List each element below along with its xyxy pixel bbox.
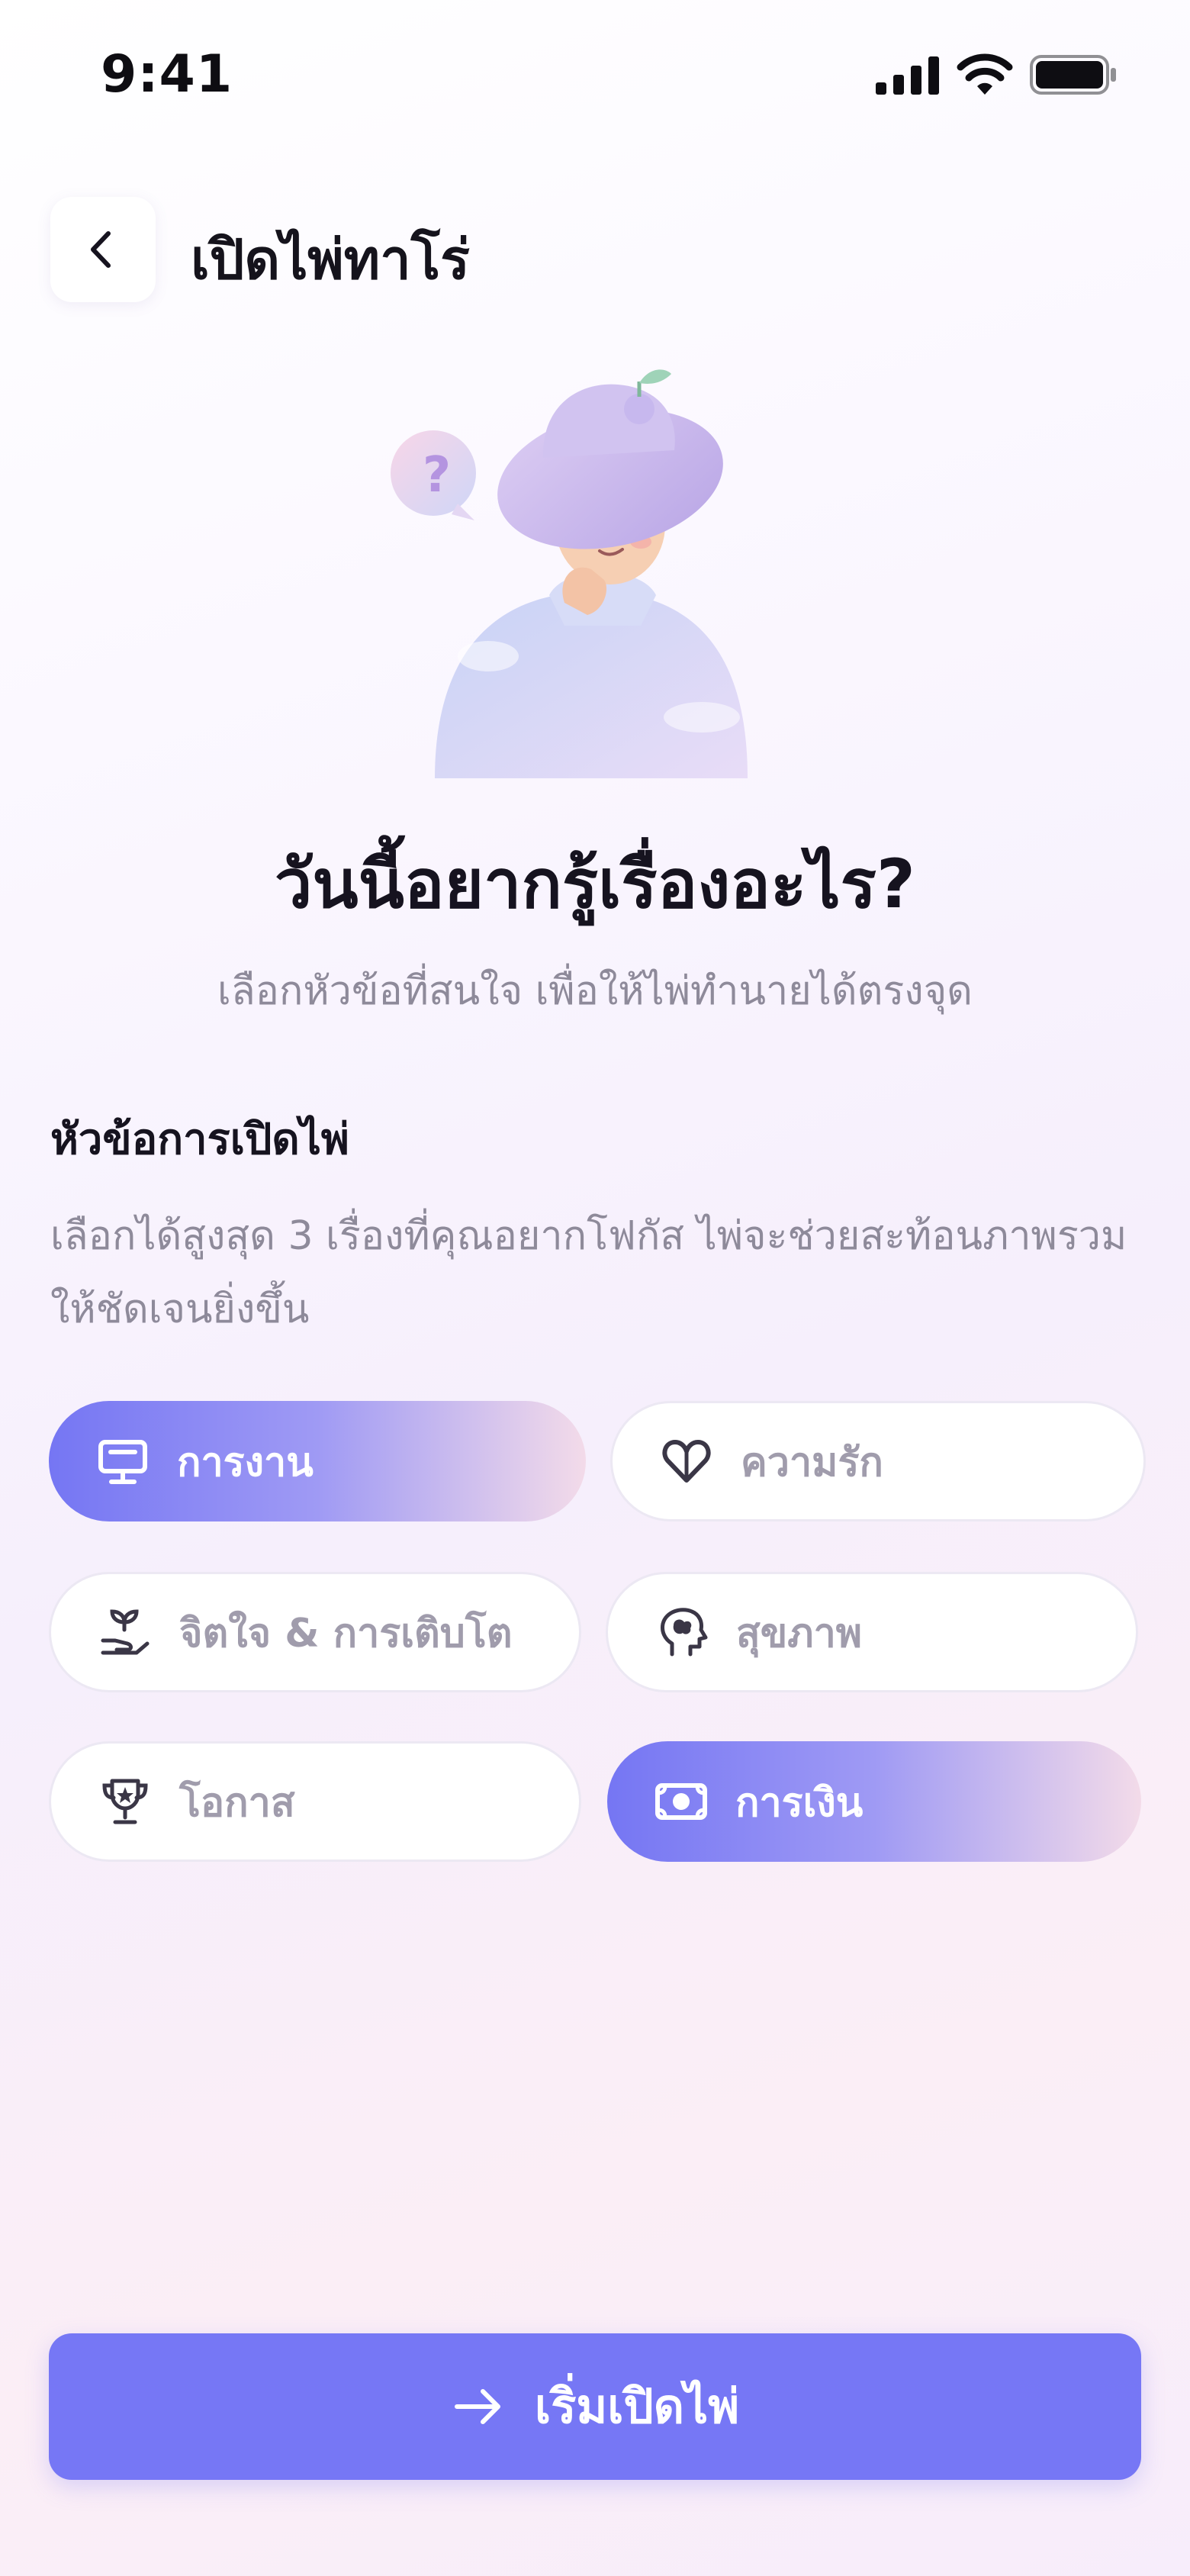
topic-chip-career[interactable]: การงาน: [49, 1401, 586, 1521]
topic-chip-label: โอกาส: [179, 1779, 295, 1826]
thinking-character-illustration: ?: [391, 369, 748, 778]
battery-icon: [1030, 55, 1116, 95]
start-reading-label: เริ่มเปิดไพ่: [534, 2378, 740, 2434]
topic-chip-mind-growth[interactable]: จิตใจ & การเติบโต: [49, 1572, 581, 1692]
topic-chip-love[interactable]: ความรัก: [610, 1401, 1146, 1521]
topic-chip-label: ความรัก: [741, 1439, 883, 1486]
topic-chip-label: การเงิน: [735, 1779, 864, 1826]
topic-chip-health[interactable]: สุขภาพ: [606, 1572, 1138, 1692]
brain-head-icon: [655, 1605, 709, 1659]
hero-subtitle: เลือกหัวข้อที่สนใจ เพื่อให้ไพ่ทำนายได้ตร…: [217, 968, 973, 1014]
sprout-hand-icon: [98, 1605, 152, 1659]
arrow-right-icon: [451, 2379, 506, 2434]
back-button[interactable]: [50, 197, 156, 302]
start-reading-button[interactable]: เริ่มเปิดไพ่: [49, 2333, 1141, 2480]
topics-title: หัวข้อการเปิดไพ่: [50, 1115, 349, 1164]
wifi-icon: [957, 53, 1013, 95]
topic-chip-opportunity[interactable]: โอกาส: [49, 1741, 581, 1862]
page-title: เปิดไพ่ทาโร่: [191, 227, 470, 291]
banknote-icon: [654, 1775, 708, 1828]
topic-chip-label: สุขภาพ: [736, 1610, 863, 1657]
topic-chip-label: การงาน: [177, 1439, 314, 1486]
trophy-icon: [98, 1775, 152, 1828]
topics-description: เลือกได้สูงสุด 3 เรื่องที่คุณอยากโฟกัส ไ…: [50, 1213, 1127, 1332]
heart-icon: [660, 1435, 713, 1488]
topic-chip-label: จิตใจ & การเติบโต: [179, 1610, 513, 1657]
topic-chip-finance[interactable]: การเงิน: [607, 1741, 1141, 1862]
svg-text:?: ?: [423, 447, 451, 504]
cellular-signal-icon: [876, 56, 939, 95]
chevron-left-icon: [91, 231, 111, 268]
hero-title: วันนี้อยากรู้เรื่องอะไร?: [275, 845, 915, 923]
status-time: 9:41: [101, 44, 233, 105]
status-bar: 9:41: [0, 0, 1190, 153]
monitor-icon: [96, 1435, 150, 1488]
